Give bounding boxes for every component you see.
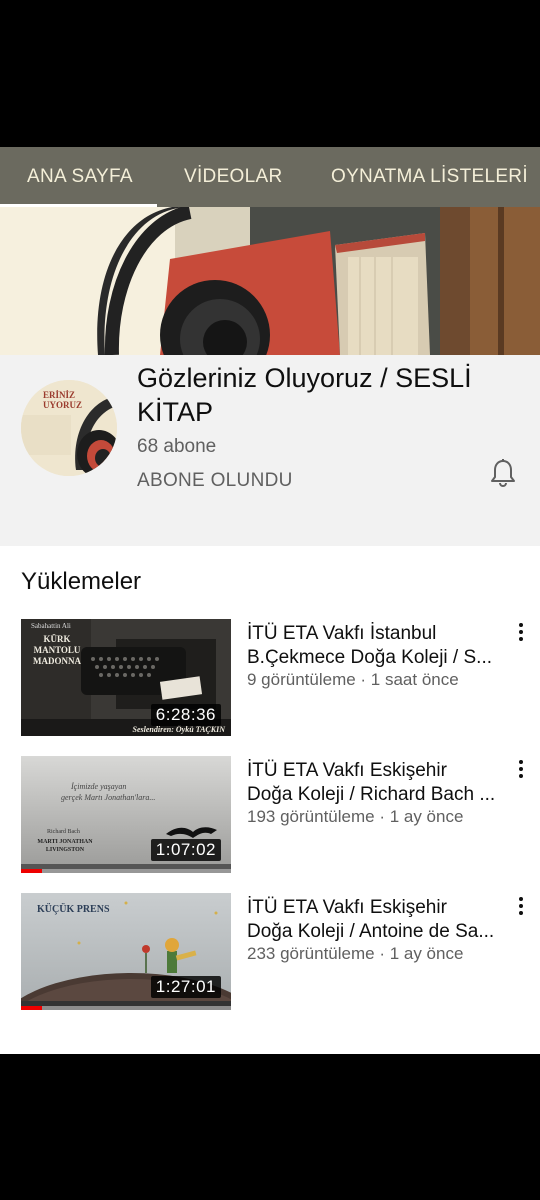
- video-title-line: Doğa Koleji / Antoine de Sa...: [247, 921, 495, 942]
- thumbnail-book-title: KÜRK MANTOLU MADONNA: [33, 634, 81, 666]
- video-meta: 9 görüntüleme · 1 saat önce: [247, 670, 459, 689]
- thumbnail-quote: İçimizde yaşayan: [71, 782, 127, 791]
- video-duration: 6:28:36: [150, 704, 221, 726]
- video-thumbnail[interactable]: KÜÇÜK PRENS 1:27:01: [21, 893, 231, 1010]
- video-thumbnail[interactable]: İçimizde yaşayan gerçek Martı Jonathan'l…: [21, 756, 231, 873]
- thumbnail-quote: gerçek Martı Jonathan'lara...: [61, 793, 156, 802]
- thumbnail-book-title: KÜÇÜK PRENS: [37, 904, 110, 915]
- channel-banner: [0, 207, 540, 355]
- tab-playlists[interactable]: OYNATMA LİSTELERİ: [331, 147, 528, 207]
- thumbnail-author: Richard Bach: [47, 829, 80, 835]
- tab-videos[interactable]: VİDEOLAR: [157, 147, 331, 207]
- video-title-line: İTÜ ETA Vakfı Eskişehir: [247, 897, 447, 918]
- video-item[interactable]: İçimizde yaşayan gerçek Martı Jonathan'l…: [0, 756, 540, 873]
- channel-tabs: ANA SAYFA VİDEOLAR OYNATMA LİSTELERİ: [0, 147, 540, 207]
- video-meta: 233 görüntüleme · 1 ay önce: [247, 944, 464, 963]
- watch-progress: [21, 1006, 231, 1010]
- video-item[interactable]: KÜÇÜK PRENS 1:27:01 İTÜ ETA Vakfı Eskişe…: [0, 893, 540, 1010]
- channel-header: ERİNİZ UYORUZ Gözleriniz Oluyoruz / SESL…: [0, 355, 540, 546]
- tab-home[interactable]: ANA SAYFA: [0, 147, 157, 207]
- subscriber-count: 68 abone: [137, 436, 217, 457]
- svg-text:ERİNİZ: ERİNİZ: [43, 390, 75, 400]
- video-meta: 193 görüntüleme · 1 ay önce: [247, 807, 464, 826]
- channel-avatar[interactable]: ERİNİZ UYORUZ: [21, 380, 117, 476]
- more-vert-icon[interactable]: [513, 760, 529, 780]
- uploads-section: Yüklemeler Sabahattin Ali KÜRK MANTOLU M…: [0, 546, 540, 1054]
- video-title-line: İTÜ ETA Vakfı İstanbul: [247, 623, 437, 644]
- more-vert-icon[interactable]: [513, 897, 529, 917]
- watch-progress: [21, 869, 231, 873]
- video-duration: 1:27:01: [150, 976, 221, 998]
- thumbnail-book-title: MARTI JONATHAN LIVINGSTON: [37, 839, 93, 853]
- navigation-bar-area: [0, 1054, 540, 1200]
- section-title: Yüklemeler: [21, 568, 142, 595]
- video-title-line: İTÜ ETA Vakfı Eskişehir: [247, 760, 447, 781]
- bell-icon[interactable]: [489, 458, 517, 488]
- video-title-line: B.Çekmece Doğa Koleji / S...: [247, 647, 492, 668]
- video-duration: 1:07:02: [150, 839, 221, 861]
- video-title[interactable]: İTÜ ETA Vakfı İstanbul B.Çekmece Doğa Ko…: [247, 622, 505, 670]
- subscribed-button[interactable]: ABONE OLUNDU: [137, 470, 293, 492]
- status-bar-area: [0, 0, 540, 147]
- more-vert-icon[interactable]: [513, 623, 529, 643]
- thumbnail-author: Sabahattin Ali: [31, 622, 71, 630]
- svg-text:UYORUZ: UYORUZ: [43, 400, 82, 410]
- video-thumbnail[interactable]: Sabahattin Ali KÜRK MANTOLU MADONNA Sesl…: [21, 619, 231, 736]
- channel-name: Gözleriniz Oluyoruz / SESLİ KİTAP: [137, 363, 472, 427]
- video-item[interactable]: Sabahattin Ali KÜRK MANTOLU MADONNA Sesl…: [0, 619, 540, 736]
- video-title-line: Doğa Koleji / Richard Bach ...: [247, 784, 496, 805]
- video-title[interactable]: İTÜ ETA Vakfı Eskişehir Doğa Koleji / Ri…: [247, 759, 505, 807]
- thumbnail-narrator: Seslendiren: Öykü TAÇKIN: [132, 725, 225, 734]
- video-title[interactable]: İTÜ ETA Vakfı Eskişehir Doğa Koleji / An…: [247, 896, 505, 944]
